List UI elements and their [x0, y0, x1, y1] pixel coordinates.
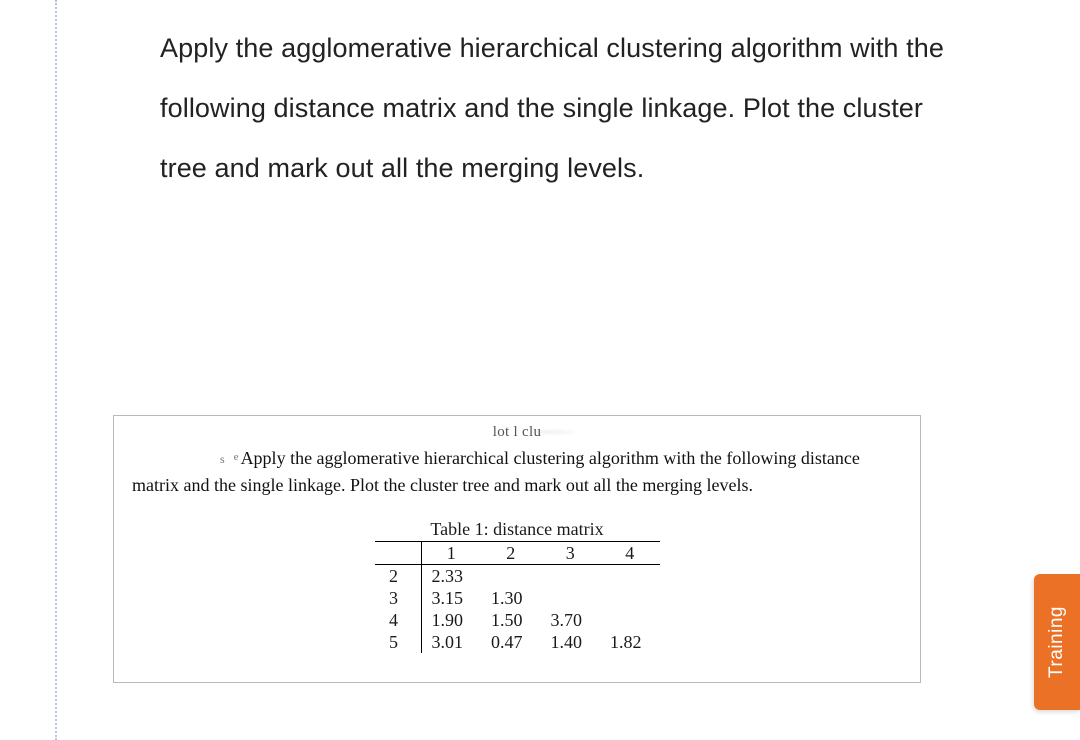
table-caption: Table 1: distance matrix: [375, 519, 660, 542]
table-row: 4 1.90 1.50 3.70: [375, 609, 660, 631]
col-header-3: 3: [541, 542, 601, 565]
cell: 3.01: [421, 631, 481, 653]
row-label: 2: [375, 565, 422, 588]
question-text: Apply the agglomerative hierarchical clu…: [160, 18, 950, 198]
excerpt-body: s eApply the agglomerative hierarchical …: [132, 446, 902, 497]
training-tab-label: Training: [1046, 606, 1068, 678]
scanned-excerpt: lot l clu s eApply the agglomerative hie…: [113, 415, 921, 683]
table-row: 2 2.33: [375, 565, 660, 588]
cell: [600, 609, 660, 631]
cell: [541, 587, 601, 609]
table-row: 5 3.01 0.47 1.40 1.82: [375, 631, 660, 653]
table-row: 3 3.15 1.30: [375, 587, 660, 609]
table-header-row: 1 2 3 4: [375, 542, 660, 565]
excerpt-body-text: Apply the agglomerative hierarchical clu…: [132, 448, 860, 495]
col-header-2: 2: [481, 542, 541, 565]
cell: 1.82: [600, 631, 660, 653]
cell: 1.30: [481, 587, 541, 609]
row-label: 4: [375, 609, 422, 631]
cell: 1.40: [541, 631, 601, 653]
col-header-4: 4: [600, 542, 660, 565]
cell: [481, 565, 541, 588]
cell: 0.47: [481, 631, 541, 653]
training-tab[interactable]: Training: [1034, 574, 1080, 710]
row-label: 5: [375, 631, 422, 653]
margin-guide: [55, 0, 57, 740]
cell: 3.70: [541, 609, 601, 631]
cell: [600, 565, 660, 588]
faint-header-text: lot l clu: [114, 424, 920, 441]
col-header-blank: [375, 542, 422, 565]
distance-table: Table 1: distance matrix 1 2 3 4 2 2.33: [375, 519, 660, 653]
artifact-e: e: [234, 451, 239, 463]
cell: 1.50: [481, 609, 541, 631]
page: Apply the agglomerative hierarchical clu…: [0, 0, 1080, 740]
cell: 3.15: [421, 587, 481, 609]
cell: 1.90: [421, 609, 481, 631]
cell: [600, 587, 660, 609]
distance-table-block: Table 1: distance matrix 1 2 3 4 2 2.33: [132, 519, 902, 653]
cell: 2.33: [421, 565, 481, 588]
row-label: 3: [375, 587, 422, 609]
artifact-s: s: [220, 452, 225, 466]
cell: [541, 565, 601, 588]
col-header-1: 1: [421, 542, 481, 565]
